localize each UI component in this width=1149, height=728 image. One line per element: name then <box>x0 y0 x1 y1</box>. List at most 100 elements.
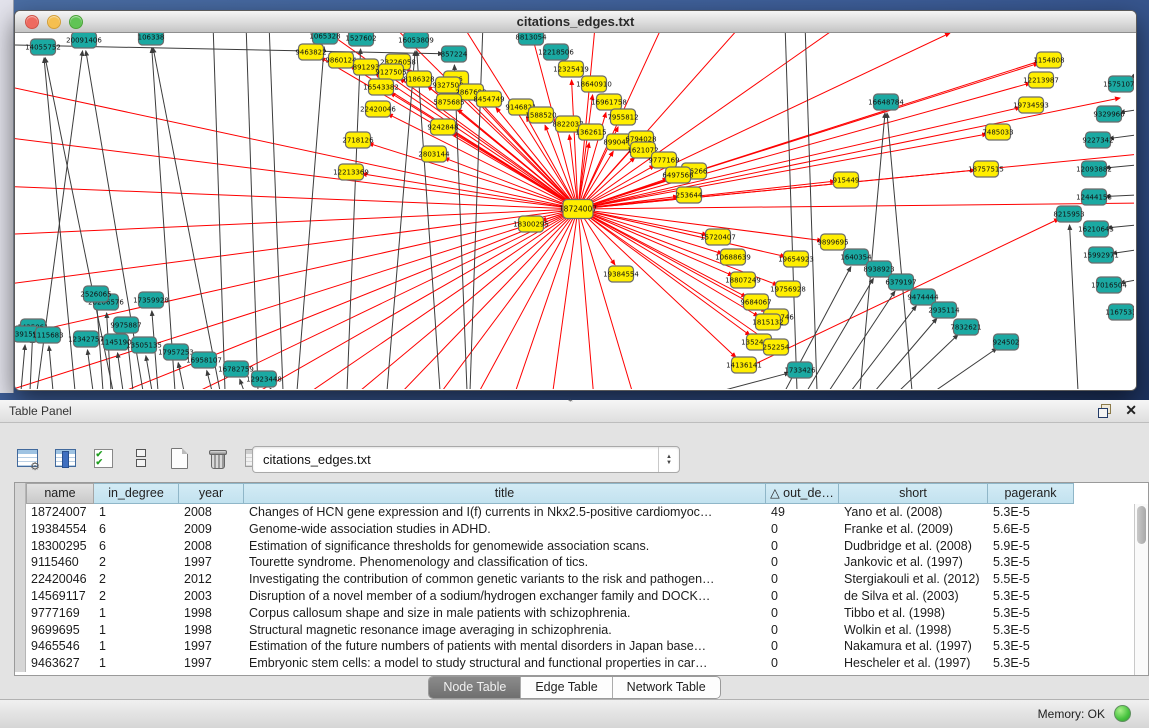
graph-node[interactable]: 19384554 <box>603 266 639 282</box>
graph-node[interactable]: 16961758 <box>591 94 627 110</box>
cell-out_de[interactable]: 0 <box>766 605 839 622</box>
graph-edge[interactable] <box>246 33 258 389</box>
graph-node[interactable]: 10688639 <box>715 249 751 265</box>
graph-node[interactable]: 6379197 <box>885 274 916 290</box>
tab-edge-table[interactable]: Edge Table <box>521 677 612 698</box>
splitter-handle[interactable]: ⌁ <box>568 396 580 403</box>
cell-title[interactable]: Embryonic stem cells: a model to study s… <box>244 655 766 672</box>
cell-year[interactable]: 1997 <box>179 554 244 571</box>
graph-node[interactable]: 14136141 <box>726 357 762 373</box>
graph-edge[interactable] <box>213 33 225 389</box>
graph-node[interactable]: 17016504 <box>1091 277 1127 293</box>
cell-in_degree[interactable]: 6 <box>94 538 179 555</box>
graph-node[interactable]: 9227342 <box>1082 132 1113 148</box>
table-panel-titlebar[interactable]: ⌁ Table Panel ✕ <box>0 400 1149 423</box>
cell-year[interactable]: 1997 <box>179 655 244 672</box>
graph-node[interactable]: 17359928 <box>133 292 169 308</box>
graph-node[interactable]: 8215953 <box>1053 206 1084 222</box>
graph-edge[interactable] <box>578 95 593 209</box>
graph-edge[interactable] <box>887 113 912 389</box>
network-window-titlebar[interactable]: citations_edges.txt <box>15 11 1136 33</box>
column-header-pagerank[interactable]: pagerank <box>988 483 1074 504</box>
memory-status-indicator[interactable] <box>1114 705 1131 722</box>
float-window-icon[interactable] <box>1098 404 1111 417</box>
cell-short[interactable]: Jankovic et al. (1997) <box>839 554 988 571</box>
cell-pagerank[interactable]: 5.3E-5 <box>988 638 1074 655</box>
cell-in_degree[interactable]: 1 <box>94 638 179 655</box>
graph-node[interactable]: 9127505 <box>375 64 406 80</box>
graph-edge[interactable] <box>15 209 578 238</box>
graph-edge[interactable] <box>49 346 53 389</box>
column-header-title[interactable]: title <box>244 483 766 504</box>
cell-title[interactable]: Investigating the contribution of common… <box>244 571 766 588</box>
graph-node[interactable]: 16210643 <box>1078 221 1114 237</box>
cell-pagerank[interactable]: 5.5E-5 <box>988 571 1074 588</box>
graph-node[interactable]: 106338 <box>138 33 165 45</box>
graph-node[interactable]: 1733426 <box>784 362 816 378</box>
graph-edge[interactable] <box>21 345 25 389</box>
graph-node[interactable]: 15992971 <box>1083 247 1119 263</box>
graph-node[interactable]: 16543382 <box>363 79 399 95</box>
cell-in_degree[interactable]: 1 <box>94 622 179 639</box>
graph-node[interactable]: 2935114 <box>928 302 960 318</box>
graph-edge[interactable] <box>362 174 578 209</box>
graph-node[interactable]: 915449 <box>833 172 860 188</box>
graph-edge[interactable] <box>146 356 152 389</box>
graph-edge[interactable] <box>721 373 789 389</box>
graph-edge[interactable] <box>178 363 184 389</box>
cell-short[interactable]: Wolkin et al. (1998) <box>839 622 988 639</box>
close-icon[interactable]: ✕ <box>1125 403 1137 417</box>
graph-node[interactable]: 22420046 <box>360 101 396 117</box>
graph-edge[interactable] <box>87 350 93 389</box>
cell-year[interactable]: 2012 <box>179 571 244 588</box>
cell-short[interactable]: Stergiakouli et al. (2012) <box>839 571 988 588</box>
graph-node[interactable]: 252254 <box>763 339 790 355</box>
graph-node[interactable]: 1065328 <box>309 33 340 44</box>
graph-node[interactable]: 924502 <box>993 334 1020 350</box>
graph-node[interactable]: 12213987 <box>1023 72 1059 88</box>
vertical-scrollbar[interactable] <box>1134 504 1148 675</box>
cell-short[interactable]: Dudbridge et al. (2008) <box>839 538 988 555</box>
cell-pagerank[interactable]: 5.3E-5 <box>988 655 1074 672</box>
graph-node[interactable]: 12325419 <box>553 61 589 77</box>
graph-edge[interactable] <box>269 33 283 389</box>
graph-node[interactable]: 18300295 <box>513 216 549 232</box>
cell-pagerank[interactable]: 5.3E-5 <box>988 504 1074 521</box>
graph-node[interactable]: 12218506 <box>538 44 574 60</box>
graph-node[interactable]: 9684067 <box>740 294 771 310</box>
graph-node[interactable]: 7485033 <box>982 124 1013 140</box>
graph-node[interactable]: 857224 <box>441 46 468 62</box>
cell-year[interactable]: 1998 <box>179 622 244 639</box>
cell-short[interactable]: Franke et al. (2009) <box>839 521 988 538</box>
graph-edge[interactable] <box>97 305 103 389</box>
graph-node[interactable]: 12093882 <box>1076 161 1112 177</box>
cell-title[interactable]: Tourette syndrome. Phenomenology and cla… <box>244 554 766 571</box>
graph-edge[interactable] <box>388 114 578 209</box>
column-header-year[interactable]: year <box>179 483 244 504</box>
row-height-button[interactable] <box>128 445 154 471</box>
graph-node[interactable]: 18640910 <box>576 76 612 92</box>
graph-node[interactable]: 18724007 <box>559 200 597 219</box>
graph-node[interactable]: 253644 <box>676 187 703 203</box>
cell-name[interactable]: 9777169 <box>26 605 94 622</box>
cell-short[interactable]: de Silva et al. (2003) <box>839 588 988 605</box>
cell-title[interactable]: Estimation of significance thresholds fo… <box>244 538 766 555</box>
graph-node[interactable]: 18807249 <box>725 272 761 288</box>
graph-edge[interactable] <box>935 348 997 389</box>
graph-node[interactable]: 8813054 <box>515 33 547 45</box>
table-row[interactable]: 946362711997Embryonic stem cells: a mode… <box>15 655 1148 672</box>
cell-pagerank[interactable]: 5.3E-5 <box>988 588 1074 605</box>
tab-network-table[interactable]: Network Table <box>613 677 720 698</box>
cell-out_de[interactable]: 49 <box>766 504 839 521</box>
graph-node[interactable]: 2803144 <box>418 146 450 162</box>
table-row[interactable]: 1872400712008Changes of HCN gene express… <box>15 504 1148 521</box>
graph-node[interactable]: 1154808 <box>1033 52 1064 68</box>
graph-edge[interactable] <box>1070 225 1078 389</box>
cell-name[interactable]: 19384554 <box>26 521 94 538</box>
graph-node[interactable]: 9463822 <box>295 44 326 60</box>
table-row[interactable]: 969969511998Structural magnetic resonanc… <box>15 622 1148 639</box>
graph-node[interactable]: 12923448 <box>246 371 282 387</box>
graph-node[interactable]: 18757515 <box>968 161 1004 177</box>
cell-year[interactable]: 2003 <box>179 588 244 605</box>
table-row[interactable]: 946554611997Estimation of the future num… <box>15 638 1148 655</box>
